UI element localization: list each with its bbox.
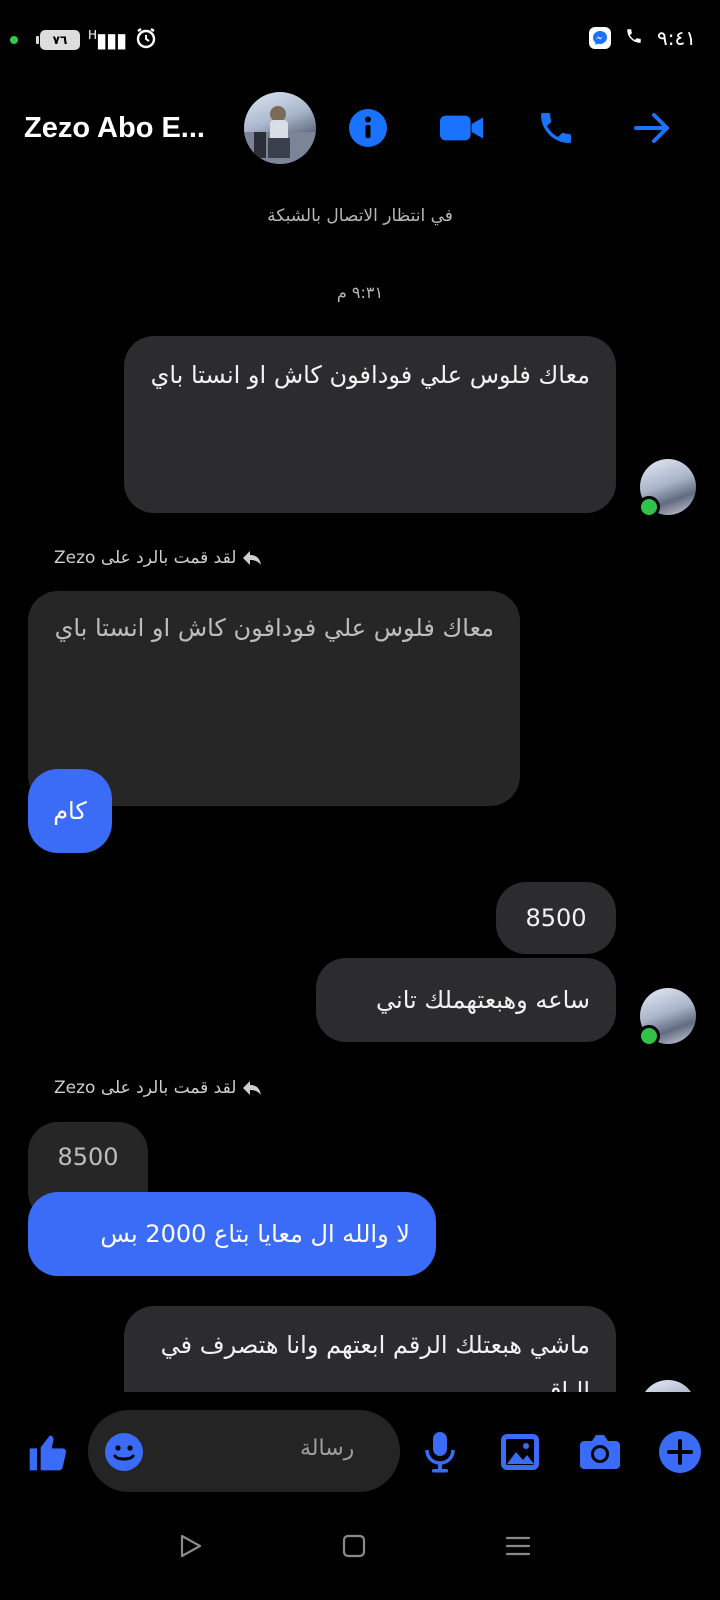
reply-icon bbox=[243, 551, 262, 565]
signal-icon: H▮▮▮ bbox=[88, 28, 127, 52]
recents-nav-icon[interactable] bbox=[504, 1532, 532, 1564]
home-nav-icon[interactable] bbox=[340, 1532, 368, 1564]
status-left: ٧٦ H▮▮▮ bbox=[10, 26, 158, 54]
clock: ٩:٤١ bbox=[657, 26, 696, 50]
emoji-icon[interactable] bbox=[100, 1428, 148, 1476]
message-placeholder: رسالة bbox=[300, 1436, 355, 1461]
reply-label: لقد قمت بالرد على Zezo bbox=[54, 548, 262, 568]
conversation-title[interactable]: Zezo Abo E... bbox=[24, 112, 205, 145]
plus-icon[interactable] bbox=[656, 1428, 704, 1476]
system-nav-bar bbox=[0, 1532, 720, 1576]
incoming-message[interactable]: كام bbox=[28, 769, 112, 853]
incoming-message[interactable]: لا والله ال معايا بتاع 2000 بس bbox=[28, 1192, 436, 1276]
camera-icon[interactable] bbox=[576, 1428, 624, 1476]
connection-status: في انتظار الاتصال بالشبكة bbox=[267, 206, 453, 226]
reply-label-text: لقد قمت بالرد على Zezo bbox=[54, 548, 237, 568]
forward-arrow-icon[interactable] bbox=[630, 106, 674, 150]
outgoing-message[interactable]: معاك فلوس علي فودافون كاش او انستا باي bbox=[124, 336, 616, 513]
back-nav-icon[interactable] bbox=[176, 1532, 204, 1564]
reply-label: لقد قمت بالرد على Zezo bbox=[54, 1078, 262, 1098]
status-right: ٩:٤١ bbox=[589, 26, 696, 50]
info-icon[interactable] bbox=[346, 106, 390, 150]
quoted-message[interactable]: معاك فلوس علي فودافون كاش او انستا باي bbox=[28, 591, 520, 806]
contact-avatar[interactable] bbox=[244, 92, 316, 164]
phone-icon[interactable] bbox=[534, 106, 578, 150]
outgoing-message[interactable]: 8500 bbox=[496, 882, 616, 954]
reply-icon bbox=[243, 1081, 262, 1095]
call-status-icon bbox=[625, 27, 643, 49]
battery-indicator: ٧٦ bbox=[36, 30, 80, 50]
status-bar: ٧٦ H▮▮▮ ٩:٤١ bbox=[0, 0, 720, 84]
online-indicator bbox=[638, 1025, 660, 1047]
video-call-icon[interactable] bbox=[440, 106, 484, 150]
online-indicator bbox=[638, 496, 660, 518]
message-clip: ماشي هبعتلك الرقم ابعتهم وانا هتصرف في ا… bbox=[0, 1306, 720, 1392]
mic-icon[interactable] bbox=[416, 1428, 464, 1476]
message-timestamp: ٩:٣١ م bbox=[336, 283, 384, 302]
alarm-icon bbox=[134, 26, 158, 54]
outgoing-message[interactable]: ماشي هبعتلك الرقم ابعتهم وانا هتصرف في ا… bbox=[124, 1306, 616, 1392]
reply-label-text: لقد قمت بالرد على Zezo bbox=[54, 1078, 237, 1098]
outgoing-message[interactable]: ساعه وهبعتهملك تاني bbox=[316, 958, 616, 1042]
gallery-icon[interactable] bbox=[496, 1428, 544, 1476]
notification-dot bbox=[10, 36, 18, 44]
like-icon[interactable] bbox=[24, 1428, 72, 1476]
messenger-notification-icon bbox=[589, 27, 612, 49]
seen-avatar bbox=[640, 1380, 696, 1392]
